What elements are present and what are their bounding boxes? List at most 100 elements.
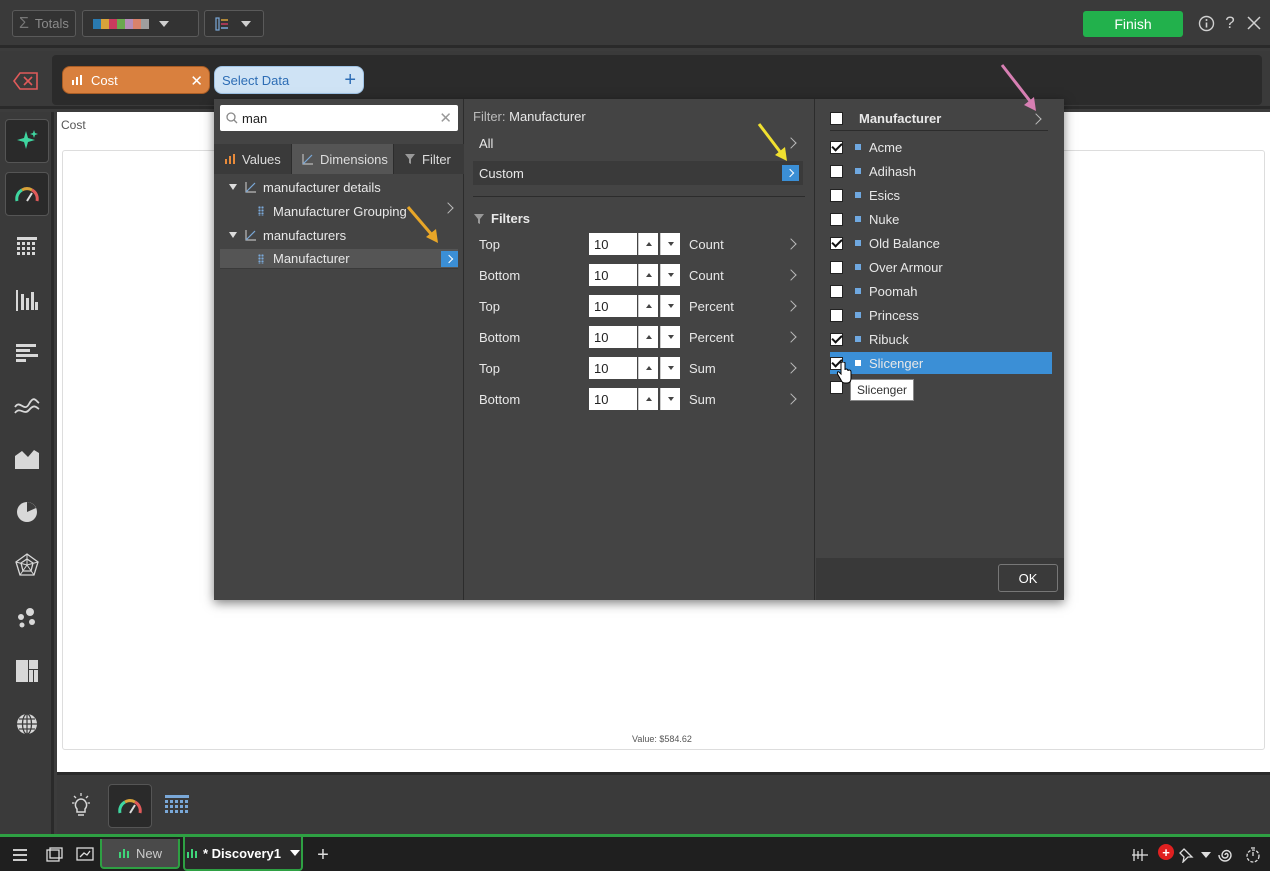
member-checkbox[interactable] — [830, 164, 843, 178]
data-grid-icon[interactable] — [155, 784, 199, 828]
drag-handle-icon[interactable] — [258, 253, 264, 264]
member-checkbox[interactable] — [830, 236, 843, 250]
spinner-down-icon[interactable] — [660, 264, 680, 286]
spinner-up-icon[interactable] — [638, 295, 658, 317]
tab-dimensions[interactable]: Dimensions — [292, 144, 394, 174]
expand-triangle-icon[interactable] — [229, 232, 237, 238]
bar-chart-icon[interactable] — [5, 331, 49, 375]
layout-dropdown[interactable] — [204, 10, 264, 37]
select-all-checkbox[interactable] — [830, 112, 843, 125]
tab-new[interactable]: New — [100, 839, 180, 869]
chevron-right-icon[interactable] — [1030, 113, 1042, 125]
cost-measure-chip[interactable]: Cost ✕ — [62, 66, 210, 94]
member-item[interactable]: Ribuck — [830, 328, 1052, 350]
drag-handle-icon[interactable] — [258, 206, 264, 216]
member-checkbox[interactable] — [830, 140, 843, 154]
info-icon[interactable] — [1196, 13, 1216, 33]
spinner-down-icon[interactable] — [660, 295, 680, 317]
tree-group-manufacturer-details[interactable]: manufacturer details — [220, 177, 458, 197]
tab-values[interactable]: Values — [214, 144, 292, 174]
rank-count-input[interactable]: 10 — [589, 295, 637, 317]
expand-triangle-icon[interactable] — [229, 184, 237, 190]
pie-chart-icon[interactable] — [5, 490, 49, 534]
column-chart-icon[interactable] — [5, 278, 49, 322]
chevron-right-icon[interactable] — [785, 238, 797, 250]
spinner-down-icon[interactable] — [660, 326, 680, 348]
chevron-right-icon[interactable] — [442, 202, 454, 214]
spinner-up-icon[interactable] — [638, 264, 658, 286]
member-checkbox[interactable] — [830, 284, 843, 298]
spinner-up-icon[interactable] — [638, 326, 658, 348]
notification-badge-icon[interactable]: + — [1158, 844, 1174, 860]
filter-mode-all[interactable]: All — [473, 131, 803, 155]
member-checkbox[interactable] — [830, 332, 843, 346]
rank-count-input[interactable]: 10 — [589, 233, 637, 255]
rank-count-input[interactable]: 10 — [589, 357, 637, 379]
filter-mode-custom[interactable]: Custom — [473, 161, 803, 185]
member-item[interactable]: Adihash — [830, 160, 1052, 182]
clear-search-icon[interactable]: ✕ — [439, 109, 452, 127]
rank-count-input[interactable]: 10 — [589, 388, 637, 410]
chevron-down-icon[interactable] — [1196, 845, 1216, 865]
area-chart-icon[interactable] — [5, 437, 49, 481]
chevron-down-icon[interactable] — [290, 850, 301, 856]
member-item[interactable]: Esics — [830, 184, 1052, 206]
ok-button[interactable]: OK — [998, 564, 1058, 592]
open-files-icon[interactable] — [45, 845, 65, 865]
globe-map-icon[interactable] — [5, 702, 49, 746]
close-icon[interactable] — [1244, 13, 1264, 33]
radar-chart-icon[interactable] — [5, 543, 49, 587]
scatter-chart-icon[interactable] — [5, 596, 49, 640]
select-data-chip[interactable]: Select Data + — [214, 66, 364, 94]
add-tab-icon[interactable]: + — [313, 844, 333, 866]
chevron-right-icon[interactable] — [785, 269, 797, 281]
timer-icon[interactable] — [1243, 845, 1263, 865]
hamburger-menu-icon[interactable] — [10, 845, 30, 865]
search-input[interactable] — [242, 110, 432, 126]
clear-query-icon[interactable] — [12, 69, 40, 93]
plus-icon[interactable]: + — [344, 69, 356, 92]
spinner-up-icon[interactable] — [638, 233, 658, 255]
spinner-down-icon[interactable] — [660, 388, 680, 410]
line-chart-icon[interactable] — [5, 384, 49, 428]
chevron-right-icon[interactable] — [785, 362, 797, 374]
totals-button[interactable]: Σ Totals — [12, 10, 76, 37]
member-item[interactable]: Acme — [830, 136, 1052, 158]
search-field[interactable]: ✕ — [220, 105, 458, 131]
member-checkbox[interactable] — [830, 188, 843, 202]
grid-table-icon[interactable] — [5, 225, 49, 269]
gauge-icon[interactable] — [108, 784, 152, 828]
help-icon[interactable]: ? — [1220, 13, 1240, 33]
spinner-up-icon[interactable] — [638, 388, 658, 410]
chevron-right-icon[interactable] — [785, 300, 797, 312]
chevron-right-icon[interactable] — [785, 331, 797, 343]
presentation-icon[interactable] — [75, 845, 95, 865]
sparkle-auto-icon[interactable] — [5, 119, 49, 163]
remove-chip-icon[interactable]: ✕ — [190, 72, 203, 90]
treemap-icon[interactable] — [5, 649, 49, 693]
member-item[interactable]: Princess — [830, 304, 1052, 326]
member-item[interactable]: Slicenger — [830, 352, 1052, 374]
spinner-down-icon[interactable] — [660, 233, 680, 255]
chevron-right-icon[interactable] — [785, 393, 797, 405]
tab-filter[interactable]: Filter — [394, 144, 464, 174]
rank-count-input[interactable]: 10 — [589, 326, 637, 348]
finish-button[interactable]: Finish — [1083, 11, 1183, 37]
lightbulb-icon[interactable] — [59, 784, 103, 828]
member-item[interactable]: Nuke — [830, 208, 1052, 230]
signal-icon[interactable] — [1130, 845, 1150, 865]
spiral-icon[interactable] — [1215, 845, 1235, 865]
gauge-icon[interactable] — [5, 172, 49, 216]
tab-discovery1[interactable]: * Discovery1 — [183, 837, 303, 871]
member-item[interactable]: Poomah — [830, 280, 1052, 302]
chevron-right-icon[interactable] — [782, 165, 799, 181]
member-checkbox[interactable] — [830, 308, 843, 322]
rank-count-input[interactable]: 10 — [589, 264, 637, 286]
tree-item-manufacturer[interactable]: Manufacturer — [220, 249, 458, 269]
chevron-right-icon[interactable] — [441, 251, 458, 267]
member-checkbox[interactable] — [830, 212, 843, 226]
pin-icon[interactable] — [1176, 845, 1196, 865]
color-palette-dropdown[interactable] — [82, 10, 199, 37]
spinner-down-icon[interactable] — [660, 357, 680, 379]
member-checkbox[interactable] — [830, 260, 843, 274]
